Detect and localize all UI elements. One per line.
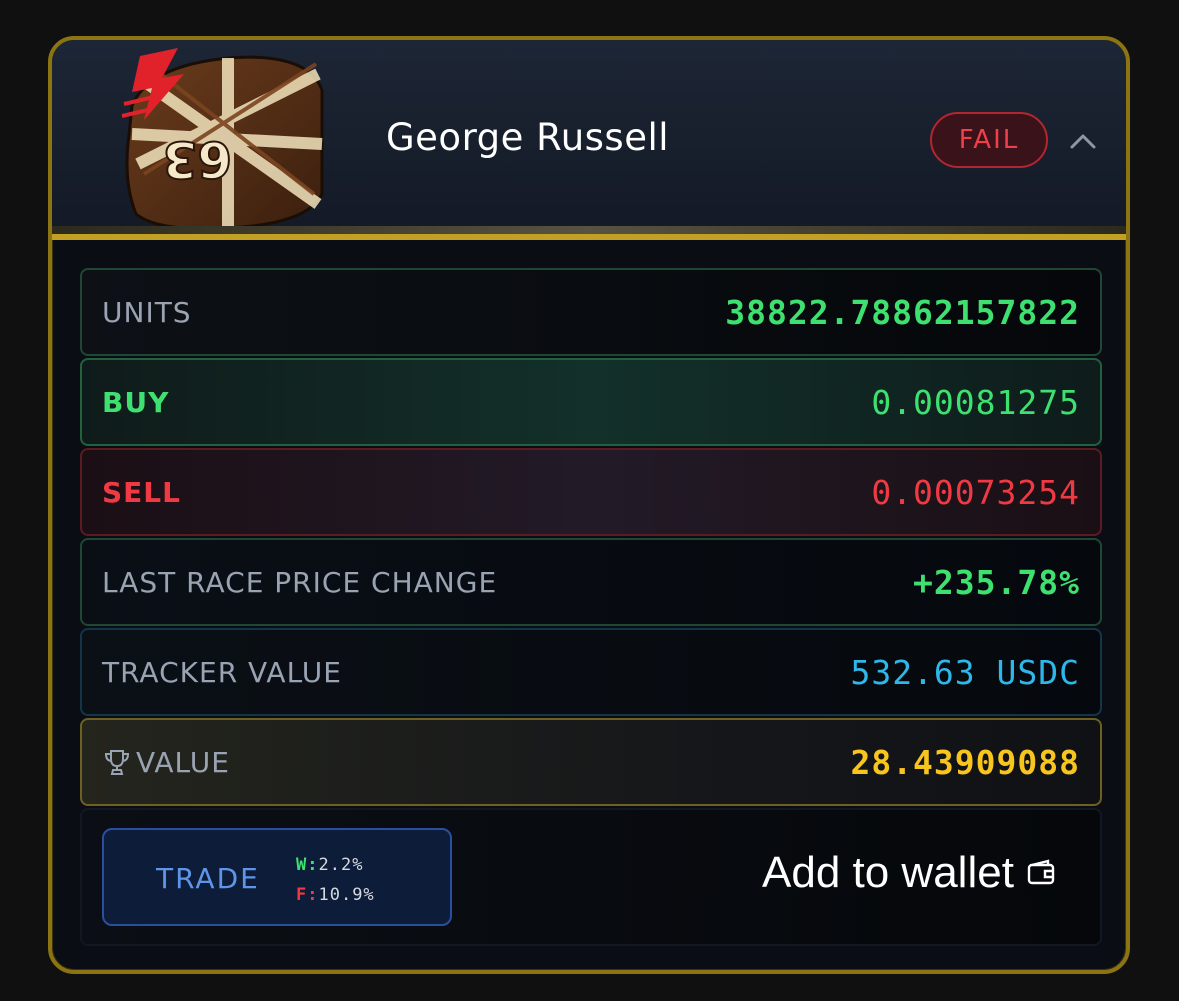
win-stat: W:2.2%	[296, 850, 375, 880]
wallet-icon	[1027, 859, 1055, 885]
driver-name: George Russell	[386, 116, 670, 159]
buy-price: 0.00081275	[871, 382, 1080, 422]
tracker-value-amount: 532.63 USDC	[850, 652, 1080, 692]
fail-key: F:	[296, 885, 319, 905]
driver-header[interactable]: 63 George Russell FAIL	[52, 40, 1126, 238]
buy-row[interactable]: BUY 0.00081275	[80, 358, 1102, 446]
trade-button[interactable]: TRADE W:2.2% F:10.9%	[102, 828, 452, 926]
units-value: 38822.78862157822	[725, 292, 1080, 332]
chevron-up-icon[interactable]	[1068, 128, 1098, 154]
svg-text:63: 63	[162, 130, 232, 188]
sell-label: SELL	[102, 475, 181, 509]
trade-stats: W:2.2% F:10.9%	[296, 850, 375, 910]
units-row: UNITS 38822.78862157822	[80, 268, 1102, 356]
header-divider	[52, 226, 1126, 240]
trade-label: TRADE	[156, 862, 260, 895]
trophy-icon	[104, 750, 130, 775]
fail-stat: F:10.9%	[296, 880, 375, 910]
add-to-wallet-button[interactable]: Add to wallet	[762, 848, 1056, 898]
win-key: W:	[296, 855, 319, 875]
last-race-price-change-value: +235.78%	[913, 562, 1080, 602]
fail-value: 10.9%	[318, 885, 375, 905]
status-badge: FAIL	[930, 112, 1048, 168]
trophy-value-label: VALUE	[136, 745, 230, 779]
units-label: UNITS	[102, 295, 192, 329]
sell-row[interactable]: SELL 0.00073254	[80, 448, 1102, 536]
driver-card: 63 George Russell FAIL UNITS 38822.78862…	[48, 36, 1130, 974]
tracker-value-label: TRACKER VALUE	[102, 655, 342, 689]
trophy-value-amount: 28.43909088	[850, 742, 1080, 782]
buy-label: BUY	[102, 385, 170, 419]
sell-price: 0.00073254	[871, 472, 1080, 512]
trophy-value-label-group: VALUE	[102, 746, 230, 779]
helmet-image: 63	[121, 48, 324, 231]
last-race-price-change-row: LAST RACE PRICE CHANGE +235.78%	[80, 538, 1102, 626]
action-row: TRADE W:2.2% F:10.9% Add to wallet	[80, 808, 1102, 946]
win-value: 2.2%	[318, 855, 364, 875]
tracker-value-row: TRACKER VALUE 532.63 USDC	[80, 628, 1102, 716]
last-race-price-change-label: LAST RACE PRICE CHANGE	[102, 565, 498, 599]
trophy-value-row: VALUE 28.43909088	[80, 718, 1102, 806]
add-to-wallet-label: Add to wallet	[762, 848, 1014, 897]
